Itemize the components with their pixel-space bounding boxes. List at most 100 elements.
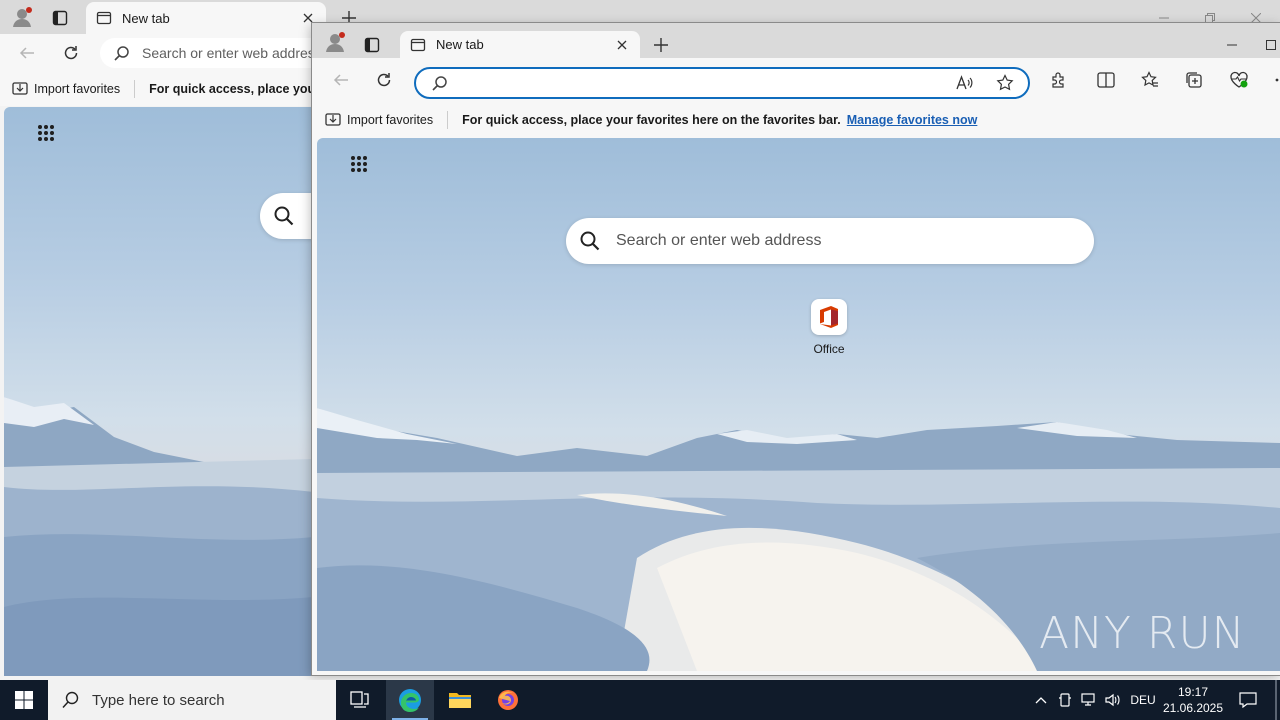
close-tab-button[interactable] <box>614 37 630 53</box>
back-button[interactable] <box>14 40 40 66</box>
heartbeat-shield-icon <box>1230 71 1248 88</box>
collections-button[interactable] <box>1181 67 1207 93</box>
quick-link-office[interactable]: Office <box>797 299 861 356</box>
import-favorites-icon <box>12 82 28 95</box>
apps-launcher-button[interactable] <box>34 121 58 145</box>
search-icon <box>274 206 294 226</box>
search-icon <box>62 691 79 709</box>
new-tab-background-image <box>4 107 314 676</box>
favorites-button[interactable] <box>1137 67 1163 93</box>
taskbar-firefox-button[interactable] <box>484 680 532 720</box>
start-button[interactable] <box>0 680 48 720</box>
tab-title: New tab <box>122 10 170 26</box>
task-view-button[interactable] <box>336 680 384 720</box>
bg-search-box[interactable] <box>260 193 314 239</box>
refresh-icon <box>64 46 78 60</box>
import-favorites-button[interactable]: Import favorites <box>12 82 120 96</box>
refresh-button[interactable] <box>58 40 84 66</box>
clock[interactable]: 19:17 21.06.2025 <box>1160 684 1226 716</box>
collections-icon <box>1186 72 1202 88</box>
volume-button[interactable] <box>1102 680 1124 720</box>
watermark-text: ANY RUN <box>1039 608 1246 659</box>
tab-new-tab[interactable]: New tab <box>400 31 640 58</box>
foreground-browser-window: New tab Import favorites For quick acces… <box>312 23 1280 675</box>
extensions-button[interactable] <box>1046 67 1072 93</box>
profile-button[interactable] <box>322 29 348 55</box>
close-icon <box>1251 13 1261 23</box>
minimize-icon <box>1159 17 1169 19</box>
taskbar-search-box[interactable]: Type here to search <box>48 680 336 720</box>
more-options-button[interactable] <box>1270 67 1280 93</box>
show-hidden-icons-button[interactable] <box>1030 680 1052 720</box>
read-aloud-button[interactable] <box>956 75 974 91</box>
tab-strip: New tab <box>312 23 1280 58</box>
language-label: DEU <box>1130 693 1156 707</box>
refresh-icon <box>377 73 391 87</box>
read-aloud-icon <box>956 75 973 90</box>
import-favorites-label: Import favorites <box>34 82 121 96</box>
apps-launcher-button[interactable] <box>347 152 371 176</box>
tray-device-button[interactable] <box>1055 680 1075 720</box>
ellipsis-icon <box>1275 78 1279 82</box>
network-icon <box>1081 693 1095 706</box>
plus-icon <box>654 38 668 52</box>
notifications-button[interactable] <box>1234 680 1262 720</box>
firefox-icon <box>498 690 518 710</box>
tab-actions-button[interactable] <box>46 6 74 30</box>
favorites-hint: For quick access, place your favorites h… <box>462 112 841 127</box>
add-favorite-button[interactable] <box>996 74 1014 92</box>
new-tab-background-image: Search or enter web address Office ANY R… <box>317 138 1280 671</box>
apps-grid-icon <box>38 125 54 141</box>
import-favorites-label: Import favorites <box>347 112 434 127</box>
search-icon <box>114 46 129 61</box>
minimize-button[interactable] <box>1218 35 1246 55</box>
desert-landscape <box>4 397 314 676</box>
tab-page-icon <box>410 38 426 51</box>
network-button[interactable] <box>1078 680 1100 720</box>
profile-button[interactable] <box>8 4 36 30</box>
search-placeholder: Search or enter web address <box>616 232 822 249</box>
chevron-up-icon <box>1035 697 1047 704</box>
star-plus-icon <box>996 74 1014 91</box>
search-icon <box>432 76 447 91</box>
profile-icon <box>13 7 32 27</box>
back-button[interactable] <box>328 67 354 93</box>
refresh-button[interactable] <box>371 67 397 93</box>
tab-new-tab[interactable]: New tab <box>86 2 326 34</box>
puzzle-icon <box>1052 72 1064 88</box>
tab-actions-icon <box>364 37 380 53</box>
restore-icon <box>1205 13 1215 23</box>
close-icon <box>617 40 627 49</box>
favorites-bar: Import favorites For quick access, place… <box>312 102 1280 137</box>
windows-logo-icon <box>15 691 33 709</box>
address-placeholder: Search or enter web address <box>142 45 322 61</box>
language-indicator[interactable]: DEU <box>1128 680 1158 720</box>
new-tab-button[interactable] <box>648 34 674 56</box>
clock-time: 19:17 <box>1177 685 1209 699</box>
anyrun-watermark: ANY RUN <box>1039 608 1246 659</box>
import-favorites-button[interactable]: Import favorites <box>325 113 433 127</box>
search-icon <box>580 231 600 251</box>
speaker-icon <box>1105 693 1120 707</box>
apps-grid-icon <box>351 156 367 172</box>
device-icon <box>1059 693 1071 707</box>
tab-actions-icon <box>52 10 68 26</box>
tab-page-icon <box>96 11 112 25</box>
taskbar-file-explorer-button[interactable] <box>436 680 484 720</box>
back-arrow-icon <box>333 74 348 86</box>
tab-actions-button[interactable] <box>359 33 385 57</box>
manage-favorites-link[interactable]: Manage favorites now <box>847 113 978 127</box>
folder-icon <box>449 693 471 708</box>
split-screen-button[interactable] <box>1093 67 1119 93</box>
show-desktop-button[interactable] <box>1275 680 1277 720</box>
address-bar[interactable] <box>414 67 1030 99</box>
browser-essentials-button[interactable] <box>1226 67 1252 93</box>
favorites-star-icon <box>1141 71 1158 87</box>
maximize-button[interactable] <box>1262 35 1280 55</box>
new-tab-search-box[interactable]: Search or enter web address <box>566 218 1094 264</box>
clock-date: 21.06.2025 <box>1162 701 1224 715</box>
navigation-toolbar <box>312 58 1280 102</box>
import-favorites-icon <box>325 112 341 126</box>
taskbar-edge-button[interactable] <box>386 680 434 720</box>
close-icon <box>303 13 313 23</box>
